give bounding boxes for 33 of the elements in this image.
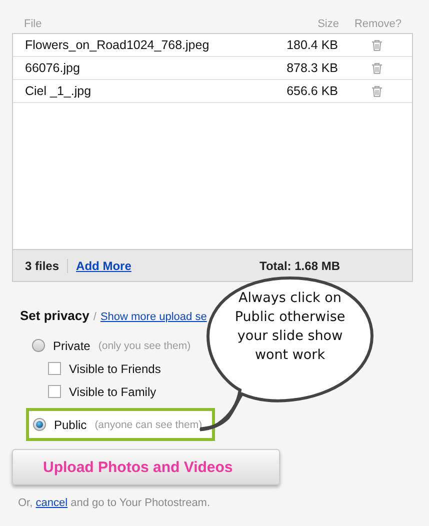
checkbox[interactable] xyxy=(48,385,61,398)
total-size: Total: 1.68 MB xyxy=(260,258,340,272)
section-title: Set privacy xyxy=(20,308,90,323)
file-name: Ciel _1_.jpg xyxy=(25,84,92,98)
highlight-frame[interactable]: Public (anyone can see them) xyxy=(26,408,216,441)
column-header: Size xyxy=(316,18,339,30)
file-name: 66076.jpg xyxy=(25,61,81,75)
file-size: 180.4 KB xyxy=(286,38,338,52)
upload-settings-link[interactable]: Show more upload se xyxy=(100,311,207,323)
callout-text: Always click on Public otherwise your slide show wont work xyxy=(234,289,346,365)
radio-button[interactable] xyxy=(33,418,46,431)
cancel-link[interactable]: cancel xyxy=(36,497,68,509)
option-label: Visible to Family xyxy=(69,384,156,398)
file-count: 3 files xyxy=(25,258,68,272)
file-size: 878.3 KB xyxy=(286,61,338,75)
radio-option[interactable]: Private (only you see them) xyxy=(32,337,191,354)
file-size: 656.6 KB xyxy=(286,84,338,98)
option-label: Public xyxy=(54,418,87,432)
trash-icon[interactable] xyxy=(372,86,382,96)
option-hint: (anyone can see them) xyxy=(94,418,202,430)
trash-icon[interactable] xyxy=(372,62,382,74)
column-header: Remove? xyxy=(353,18,403,30)
option-label: Visible to Friends xyxy=(69,362,161,376)
radio-button[interactable] xyxy=(32,339,45,352)
file-name: Flowers_on_Road1024_768.jpeg xyxy=(25,38,210,52)
option-label: Private xyxy=(53,338,90,352)
checkbox[interactable] xyxy=(48,362,61,375)
cancel-note: Or, cancel and go to Your Photostream. xyxy=(17,496,212,509)
option-hint: (only you see them) xyxy=(98,340,191,352)
trash-icon[interactable] xyxy=(372,40,382,50)
separator: / xyxy=(93,311,96,323)
add-more-link[interactable]: Add More xyxy=(76,258,132,272)
column-header: File xyxy=(24,18,43,30)
